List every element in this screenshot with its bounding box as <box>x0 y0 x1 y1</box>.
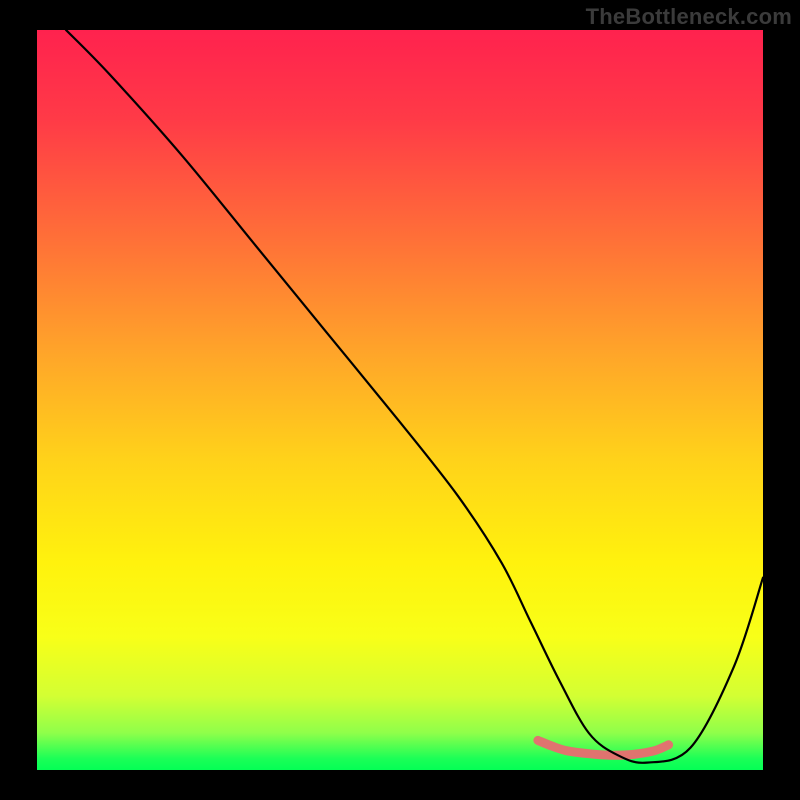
chart-frame: TheBottleneck.com <box>0 0 800 800</box>
gradient-background <box>37 30 763 770</box>
plot-svg <box>37 30 763 770</box>
watermark-text: TheBottleneck.com <box>586 4 792 30</box>
plot-area <box>37 30 763 770</box>
